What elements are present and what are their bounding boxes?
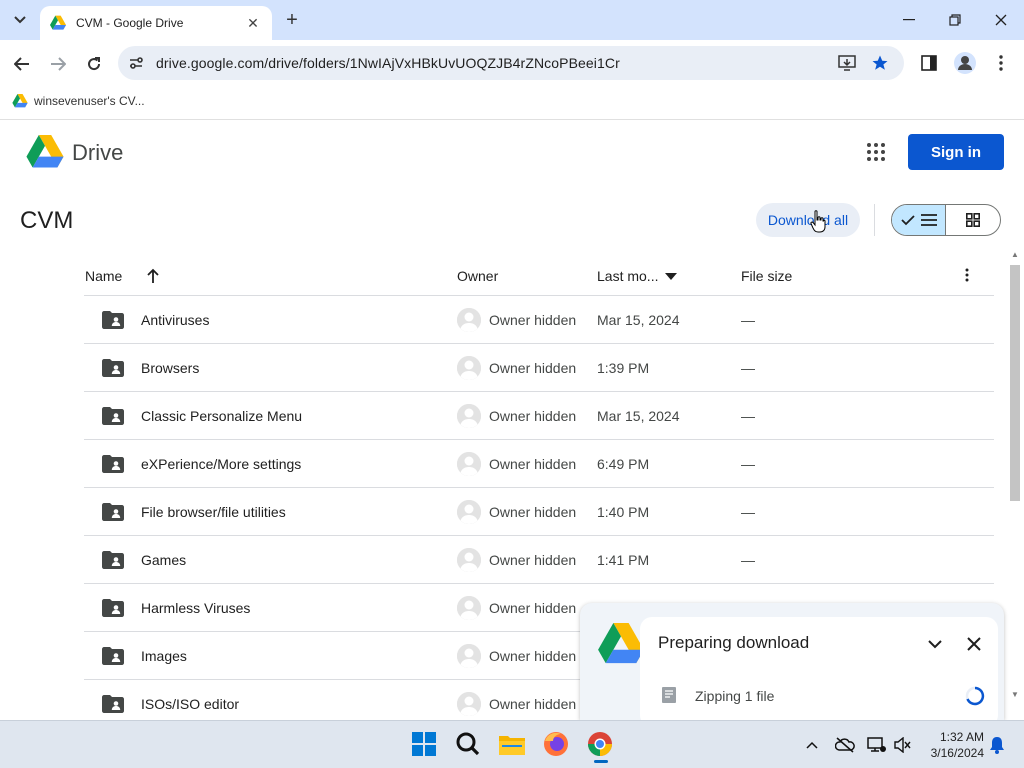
table-row[interactable]: File browser/file utilities Owner hidden 1… — [84, 488, 994, 536]
avatar-icon — [457, 356, 481, 380]
firefox-icon[interactable] — [540, 728, 572, 760]
last-modified-text: 1:41 PM — [597, 552, 650, 568]
chevron-up-icon[interactable] — [801, 734, 823, 756]
shared-folder-icon — [102, 311, 124, 329]
owner-text: Owner hidden — [489, 360, 577, 376]
clock-date: 3/16/2024 — [930, 746, 984, 760]
file-size-text: — — [741, 456, 755, 472]
owner-text: Owner hidden — [489, 648, 577, 664]
search-icon[interactable] — [452, 728, 484, 760]
zip-file-icon — [662, 687, 676, 703]
file-name[interactable]: Antiviruses — [141, 312, 209, 328]
scroll-down-arrow[interactable]: ▼ — [1011, 690, 1019, 699]
file-name[interactable]: Harmless Viruses — [141, 600, 250, 616]
shared-folder-icon — [102, 599, 124, 617]
active-app-indicator — [594, 760, 608, 763]
owner-text: Owner hidden — [489, 504, 577, 520]
file-size-text: — — [741, 552, 755, 568]
last-modified-text: 1:40 PM — [597, 504, 650, 520]
file-name[interactable]: Games — [141, 552, 186, 568]
file-size-text: — — [741, 504, 755, 520]
avatar-icon — [457, 404, 481, 428]
file-name[interactable]: eXPerience/More settings — [141, 456, 301, 472]
download-title: Preparing download — [658, 633, 810, 652]
scrollbar-thumb[interactable] — [1010, 265, 1020, 501]
file-size-text: — — [741, 312, 755, 328]
file-explorer-icon[interactable] — [496, 728, 528, 760]
owner-text: Owner hidden — [489, 456, 577, 472]
system-clock[interactable]: 1:32 AM 3/16/2024 — [920, 729, 984, 761]
close-icon[interactable] — [963, 633, 985, 655]
scroll-up-arrow[interactable]: ▲ — [1011, 250, 1019, 259]
last-modified-text: Mar 15, 2024 — [597, 408, 680, 424]
volume-muted-icon[interactable] — [892, 734, 914, 756]
shared-folder-icon — [102, 407, 124, 425]
table-row[interactable]: Classic Personalize Menu Owner hidden Mar … — [84, 392, 994, 440]
owner-text: Owner hidden — [489, 552, 577, 568]
spinner-icon — [965, 686, 985, 706]
clock-time: 1:32 AM — [939, 730, 984, 744]
table-row[interactable]: Browsers Owner hidden 1:39 PM — — [84, 344, 994, 392]
onedrive-icon[interactable] — [834, 734, 856, 756]
last-modified-text: 1:39 PM — [597, 360, 650, 376]
shared-folder-icon — [102, 359, 124, 377]
owner-text: Owner hidden — [489, 312, 577, 328]
file-name[interactable]: Images — [141, 648, 187, 664]
table-row[interactable]: Games Owner hidden 1:41 PM — — [84, 536, 994, 584]
download-panel: Preparing download Zipping 1 file — [580, 603, 1004, 720]
avatar-icon — [457, 548, 481, 572]
owner-text: Owner hidden — [489, 408, 577, 424]
avatar-icon — [457, 308, 481, 332]
avatar-icon — [457, 452, 481, 476]
owner-text: Owner hidden — [489, 696, 577, 712]
bell-icon[interactable] — [986, 734, 1008, 756]
shared-folder-icon — [102, 503, 124, 521]
last-modified-text: Mar 15, 2024 — [597, 312, 680, 328]
shared-folder-icon — [102, 695, 124, 713]
file-name[interactable]: ISOs/ISO editor — [141, 696, 239, 712]
file-size-text: — — [741, 360, 755, 376]
avatar-icon — [457, 644, 481, 668]
table-row[interactable]: eXPerience/More settings Owner hidden 6:49… — [84, 440, 994, 488]
shared-folder-icon — [102, 455, 124, 473]
shared-folder-icon — [102, 551, 124, 569]
file-name[interactable]: Browsers — [141, 360, 199, 376]
avatar-icon — [457, 500, 481, 524]
download-status: Zipping 1 file — [695, 688, 775, 704]
chrome-icon[interactable] — [584, 728, 616, 760]
download-card: Preparing download Zipping 1 file — [640, 617, 998, 720]
file-name[interactable]: Classic Personalize Menu — [141, 408, 302, 424]
file-size-text: — — [741, 408, 755, 424]
table-row[interactable]: Antiviruses Owner hidden Mar 15, 2024 — — [84, 296, 994, 344]
owner-text: Owner hidden — [489, 600, 577, 616]
chevron-down-icon[interactable] — [924, 633, 946, 655]
shared-folder-icon — [102, 647, 124, 665]
windows-start-icon[interactable] — [408, 728, 440, 760]
file-name[interactable]: File browser/file utilities — [141, 504, 286, 520]
network-icon[interactable] — [866, 734, 888, 756]
avatar-icon — [457, 692, 481, 716]
drive-logo — [598, 623, 644, 664]
last-modified-text: 6:49 PM — [597, 456, 650, 472]
avatar-icon — [457, 596, 481, 620]
